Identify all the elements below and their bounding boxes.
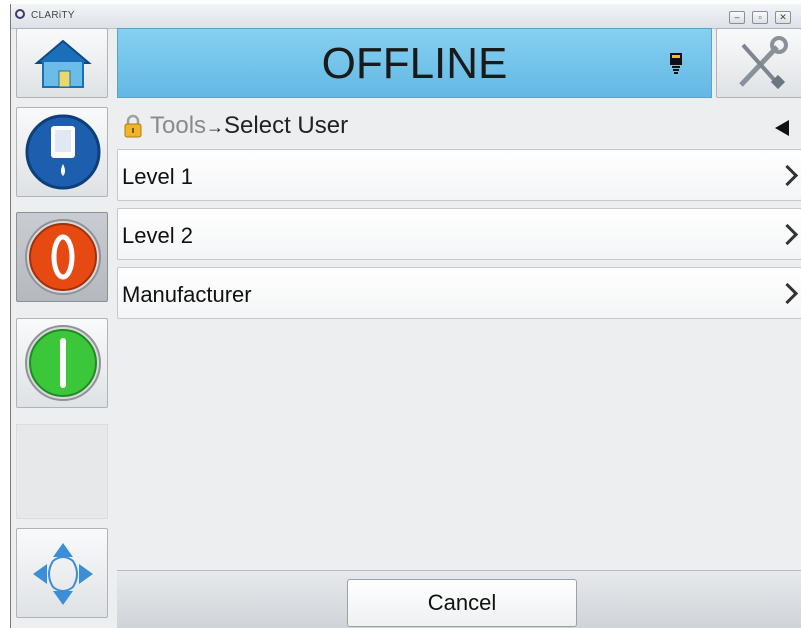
- padlock-icon: [124, 114, 142, 138]
- home-icon: [34, 39, 92, 88]
- sidebar-empty-slot: [16, 424, 108, 519]
- minimize-icon[interactable]: –: [729, 11, 745, 24]
- tools-button[interactable]: [716, 28, 801, 98]
- chevron-right-icon: [776, 282, 799, 305]
- ink-cartridge-icon: [25, 114, 101, 190]
- app-logo-icon: [15, 9, 25, 19]
- app-window: CLARiTY – ▫ ✕ OFFLINE Tools→Select User …: [10, 4, 801, 628]
- list-item-manufacturer[interactable]: Manufacturer: [117, 267, 801, 319]
- sidebar: [11, 104, 111, 524]
- chevron-right-icon: [776, 223, 799, 246]
- back-arrow-icon[interactable]: [775, 120, 789, 136]
- breadcrumb: Tools→Select User: [117, 106, 797, 144]
- list-item-label: Level 1: [122, 164, 193, 189]
- breadcrumb-separator: →: [206, 117, 225, 137]
- chevron-right-icon: [776, 164, 799, 187]
- sidebar-item-ink[interactable]: [16, 107, 108, 197]
- sidebar-item-stop[interactable]: [16, 212, 108, 302]
- app-title: CLARiTY: [31, 10, 75, 21]
- navigate-arrows-icon: [33, 543, 93, 605]
- breadcrumb-parent[interactable]: Tools: [150, 112, 206, 139]
- list-item-label: Manufacturer: [122, 282, 252, 307]
- navigate-button[interactable]: [16, 528, 108, 618]
- sidebar-item-start[interactable]: [16, 318, 108, 408]
- footer-bar: Cancel: [117, 570, 801, 628]
- printhead-icon: [670, 53, 682, 74]
- breadcrumb-current: Select User: [224, 112, 349, 139]
- list-item-label: Level 2: [122, 223, 193, 248]
- stop-icon: [25, 219, 101, 295]
- list-item-level-1[interactable]: Level 1: [117, 149, 801, 201]
- start-icon: [25, 325, 101, 401]
- home-button[interactable]: [16, 28, 108, 98]
- printer-status-bar[interactable]: OFFLINE: [117, 28, 712, 98]
- tools-icon: [739, 36, 788, 90]
- maximize-icon[interactable]: ▫: [752, 11, 768, 24]
- title-bar: CLARiTY – ▫ ✕: [11, 4, 801, 29]
- cancel-button[interactable]: Cancel: [347, 579, 577, 627]
- list-item-level-2[interactable]: Level 2: [117, 208, 801, 260]
- close-icon[interactable]: ✕: [775, 11, 791, 24]
- status-text: OFFLINE: [321, 39, 508, 88]
